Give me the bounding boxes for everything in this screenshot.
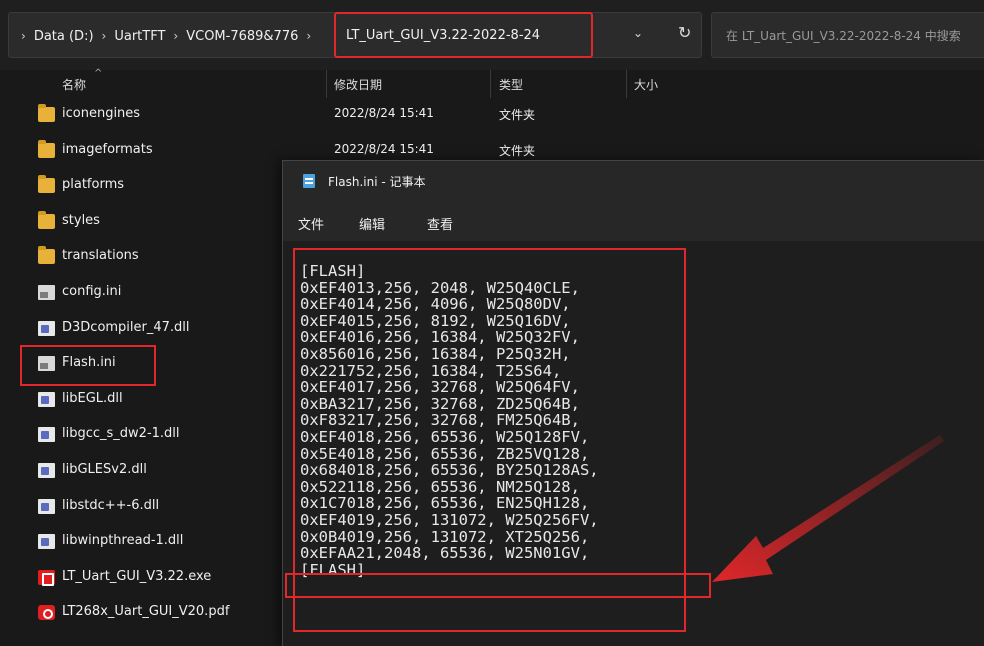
- notepad-menubar: 文件 编辑 查看: [283, 201, 984, 241]
- breadcrumb-lead-chevron-icon[interactable]: ›: [21, 29, 26, 43]
- column-divider[interactable]: [326, 70, 327, 98]
- folder-icon: [38, 246, 55, 265]
- column-divider[interactable]: [490, 70, 491, 98]
- address-box[interactable]: › Data (D:) › UartTFT › VCOM-7689&776 › …: [8, 12, 702, 58]
- search-input[interactable]: 在 LT_Uart_GUI_V3.22-2022-8-24 中搜索: [711, 12, 984, 58]
- ini-icon: [38, 285, 55, 300]
- pdf-icon: [38, 605, 55, 621]
- file-name: platforms: [62, 177, 125, 193]
- notepad-titlebar[interactable]: Flash.ini - 记事本: [283, 161, 984, 201]
- menu-file[interactable]: 文件: [298, 214, 324, 233]
- notepad-text-area[interactable]: [FLASH] 0xEF4013,256, 2048, W25Q40CLE, 0xE…: [283, 241, 984, 646]
- breadcrumb-item-vcom[interactable]: VCOM-7689&776: [186, 29, 298, 44]
- file-date: 2022/8/24 15:41: [334, 141, 434, 156]
- notepad-icon: [303, 174, 315, 188]
- dll-icon: [38, 534, 55, 550]
- folder-icon: [38, 175, 55, 194]
- file-name: styles: [62, 212, 100, 228]
- file-row[interactable]: iconengines 2022/8/24 15:41 文件夹: [0, 98, 984, 133]
- breadcrumb-item-drive[interactable]: Data (D:): [34, 29, 94, 44]
- file-name: libstdc++-6.dll: [62, 497, 160, 513]
- dll-icon: [38, 391, 55, 407]
- line-highlight: [285, 573, 711, 598]
- file-name: libEGL.dll: [62, 390, 123, 406]
- folder-icon: [38, 104, 55, 122]
- exe-icon: [38, 569, 55, 586]
- breadcrumb: › Data (D:) › UartTFT › VCOM-7689&776 ›: [21, 13, 319, 59]
- file-type: 文件夹: [499, 143, 536, 158]
- search-placeholder: 在 LT_Uart_GUI_V3.22-2022-8-24 中搜索: [726, 28, 961, 43]
- column-divider[interactable]: [626, 70, 627, 98]
- column-type[interactable]: 类型: [499, 76, 523, 93]
- refresh-icon[interactable]: ↻: [678, 23, 691, 42]
- file-name: libGLESv2.dll: [62, 462, 147, 477]
- menu-view[interactable]: 查看: [427, 214, 453, 233]
- breadcrumb-chevron-icon[interactable]: ›: [102, 29, 107, 43]
- folder-icon: [38, 210, 55, 229]
- dll-icon: [38, 498, 55, 514]
- file-name: translations: [62, 248, 139, 264]
- notepad-window: Flash.ini - 记事本 文件 编辑 查看 [FLASH] 0xEF4013…: [282, 160, 984, 646]
- notepad-title: Flash.ini - 记事本: [328, 175, 426, 189]
- breadcrumb-item-current: LT_Uart_GUI_V3.22-2022-8-24: [346, 27, 541, 43]
- breadcrumb-item-uarttft[interactable]: UartTFT: [114, 29, 165, 44]
- chevron-down-icon[interactable]: ⌄: [633, 26, 643, 40]
- file-name: config.ini: [62, 284, 122, 299]
- breadcrumb-current-highlight[interactable]: LT_Uart_GUI_V3.22-2022-8-24: [334, 12, 593, 58]
- breadcrumb-chevron-icon[interactable]: ›: [173, 29, 178, 43]
- file-name: libwinpthread-1.dll: [62, 533, 184, 549]
- menu-edit[interactable]: 编辑: [359, 214, 385, 233]
- column-name[interactable]: 名称: [62, 76, 86, 93]
- file-name: LT_Uart_GUI_V3.22.exe: [62, 568, 212, 584]
- sort-caret-icon: ^: [94, 68, 103, 79]
- column-date[interactable]: 修改日期: [334, 76, 382, 93]
- file-date: 2022/8/24 15:41: [334, 106, 434, 120]
- file-name: LT268x_Uart_GUI_V20.pdf: [62, 604, 230, 620]
- column-size[interactable]: 大小: [634, 76, 658, 93]
- dll-icon: [38, 463, 55, 478]
- file-name: D3Dcompiler_47.dll: [62, 319, 190, 335]
- dll-icon: [38, 427, 55, 443]
- file-name: libgcc_s_dw2-1.dll: [62, 426, 180, 442]
- file-name: iconengines: [62, 106, 141, 121]
- flash-ini-highlight: [20, 345, 156, 386]
- file-name: imageformats: [62, 141, 153, 157]
- file-type: 文件夹: [499, 108, 536, 122]
- folder-icon: [38, 139, 55, 158]
- dll-icon: [38, 320, 55, 336]
- column-header: ^ 名称 修改日期 类型 大小: [0, 68, 984, 98]
- address-bar: › Data (D:) › UartTFT › VCOM-7689&776 › …: [0, 0, 984, 70]
- breadcrumb-chevron-icon[interactable]: ›: [306, 29, 311, 43]
